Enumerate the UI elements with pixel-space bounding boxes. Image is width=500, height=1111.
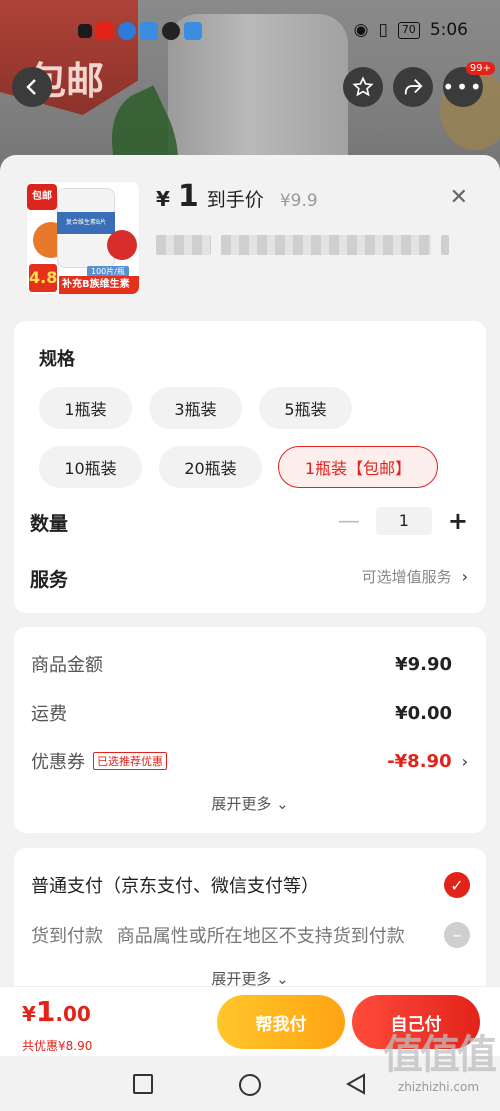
spec-option-1-free-shipping[interactable]: 1瓶装【包邮】 bbox=[278, 446, 438, 488]
spec-option-1[interactable]: 1瓶装 bbox=[39, 387, 132, 429]
thumb-banner: 补充B族维生素 bbox=[59, 276, 139, 294]
back-arrow-icon bbox=[26, 79, 36, 95]
total-currency: ¥ bbox=[22, 1002, 36, 1026]
chevron-right-icon: › bbox=[461, 567, 468, 586]
fee-card: 商品金额 ¥9.90 运费 ¥0.00 优惠券 已选推荐优惠 -¥8.90 › … bbox=[14, 627, 486, 833]
help-me-pay-button[interactable]: 帮我付 bbox=[217, 995, 345, 1049]
site-watermark: 值值值 zhizhizhi.com bbox=[383, 1022, 497, 1094]
weibo-icon bbox=[96, 22, 114, 40]
clock: 5:06 bbox=[429, 20, 468, 40]
share-icon bbox=[404, 79, 423, 95]
cod-label: 货到付款 bbox=[31, 926, 103, 947]
chevron-right-icon: › bbox=[461, 751, 468, 771]
coupon-recommended-tag: 已选推荐优惠 bbox=[93, 752, 167, 770]
coupon-value: -¥8.90 bbox=[387, 750, 452, 772]
thumb-bottle-label: 复合维生素B片 bbox=[57, 212, 115, 234]
more-dots-icon: ••• bbox=[442, 75, 484, 99]
price-value: 1 bbox=[177, 179, 199, 214]
service-value: 可选增值服务 bbox=[361, 568, 452, 586]
watermark-logo: 值值值 bbox=[383, 1032, 497, 1078]
coupon-row[interactable]: 优惠券 已选推荐优惠 -¥8.90 › bbox=[31, 748, 468, 774]
bulb-icon bbox=[184, 22, 202, 40]
chevron-down-icon: ⌄ bbox=[276, 795, 289, 813]
total-integer: 1 bbox=[35, 995, 56, 1028]
purchase-sheet: 复合维生素B片 包邮 4.8 100片/瓶 补充B族维生素 ¥ 1 到手价 ¥9… bbox=[0, 155, 500, 1111]
eye-icon: ◉ bbox=[353, 20, 369, 40]
quantity-label: 数量 bbox=[30, 513, 69, 535]
checkmark-icon: ✓ bbox=[444, 872, 470, 898]
quantity-stepper: — 1 + bbox=[338, 507, 468, 535]
coupon-label: 优惠券 bbox=[31, 752, 85, 773]
watermark-url: zhizhizhi.com bbox=[397, 1080, 480, 1094]
spec-option-10[interactable]: 10瓶装 bbox=[39, 446, 142, 488]
home-icon[interactable] bbox=[238, 1073, 262, 1097]
cod-note: 商品属性或所在地区不支持货到付款 bbox=[116, 926, 405, 947]
service-selector[interactable]: 可选增值服务 › bbox=[362, 566, 468, 587]
shipping-fee-value: ¥0.00 bbox=[395, 702, 452, 724]
currency-symbol: ¥ bbox=[156, 187, 170, 211]
blurred-product-title bbox=[156, 235, 449, 255]
payment-option-normal[interactable]: 普通支付（京东支付、微信支付等） ✓ bbox=[31, 872, 470, 898]
status-bar: ◉ ▯ 70 5:06 bbox=[0, 0, 500, 62]
service-label: 服务 bbox=[30, 569, 69, 591]
vibrate-icon: ▯ bbox=[378, 20, 388, 40]
price-label: 到手价 bbox=[206, 189, 264, 211]
battery-indicator: 70 bbox=[397, 21, 420, 39]
total-discount: 共优惠¥8.90 bbox=[22, 1039, 93, 1053]
payment-normal-label: 普通支付（京东支付、微信支付等） bbox=[31, 876, 319, 897]
back-triangle-icon[interactable] bbox=[345, 1073, 367, 1095]
more-button[interactable]: ••• 99+ bbox=[442, 62, 495, 107]
message-icon bbox=[162, 22, 180, 40]
thumb-price-badge: 4.8 bbox=[29, 264, 57, 292]
product-thumbnail: 复合维生素B片 包邮 4.8 100片/瓶 补充B族维生素 bbox=[26, 181, 140, 295]
spec-option-3[interactable]: 3瓶装 bbox=[149, 387, 242, 429]
shipping-fee-label: 运费 bbox=[31, 704, 67, 725]
goods-amount-row: 商品金额 ¥9.90 bbox=[31, 651, 468, 677]
spec-option-20[interactable]: 20瓶装 bbox=[159, 446, 262, 488]
thumb-free-shipping-tag: 包邮 bbox=[27, 184, 57, 210]
cloud-icon bbox=[140, 22, 158, 40]
goods-amount-label: 商品金额 bbox=[31, 655, 103, 676]
close-sheet-button[interactable]: ✕ bbox=[450, 185, 468, 210]
goods-amount-value: ¥9.90 bbox=[395, 653, 452, 675]
fee-expand-more[interactable]: 展开更多 ⌄ bbox=[14, 793, 486, 814]
options-card: 规格 1瓶装 3瓶装 5瓶装 10瓶装 20瓶装 1瓶装【包邮】 数量 — 1 … bbox=[14, 321, 486, 613]
fee-expand-label: 展开更多 bbox=[211, 795, 272, 813]
favorite-button[interactable] bbox=[343, 67, 383, 107]
browser-icon bbox=[118, 22, 136, 40]
payment-option-cod: 货到付款 商品属性或所在地区不支持货到付款 – bbox=[31, 922, 470, 948]
total-price: ¥1.00 bbox=[22, 995, 91, 1028]
star-icon bbox=[352, 76, 374, 97]
disabled-icon: – bbox=[444, 922, 470, 948]
quantity-increase-button[interactable]: + bbox=[448, 507, 468, 535]
quantity-input[interactable]: 1 bbox=[375, 507, 432, 535]
back-button[interactable] bbox=[12, 67, 52, 107]
original-price: ¥9.9 bbox=[279, 191, 318, 211]
spec-title: 规格 bbox=[39, 349, 75, 370]
sim-icon bbox=[78, 24, 92, 38]
notification-icons bbox=[78, 22, 202, 40]
final-price: ¥ 1 到手价 ¥9.9 bbox=[156, 179, 318, 214]
message-count-badge: 99+ bbox=[465, 62, 495, 75]
spec-option-5[interactable]: 5瓶装 bbox=[259, 387, 352, 429]
system-status: ◉ ▯ 70 5:06 bbox=[354, 20, 468, 40]
quantity-decrease-button[interactable]: — bbox=[338, 509, 360, 534]
shipping-fee-row: 运费 ¥0.00 bbox=[31, 700, 468, 726]
share-button[interactable] bbox=[393, 67, 433, 107]
total-decimal: .00 bbox=[55, 1002, 91, 1026]
thumb-strawberry bbox=[107, 230, 137, 260]
recent-apps-icon[interactable] bbox=[132, 1073, 154, 1095]
